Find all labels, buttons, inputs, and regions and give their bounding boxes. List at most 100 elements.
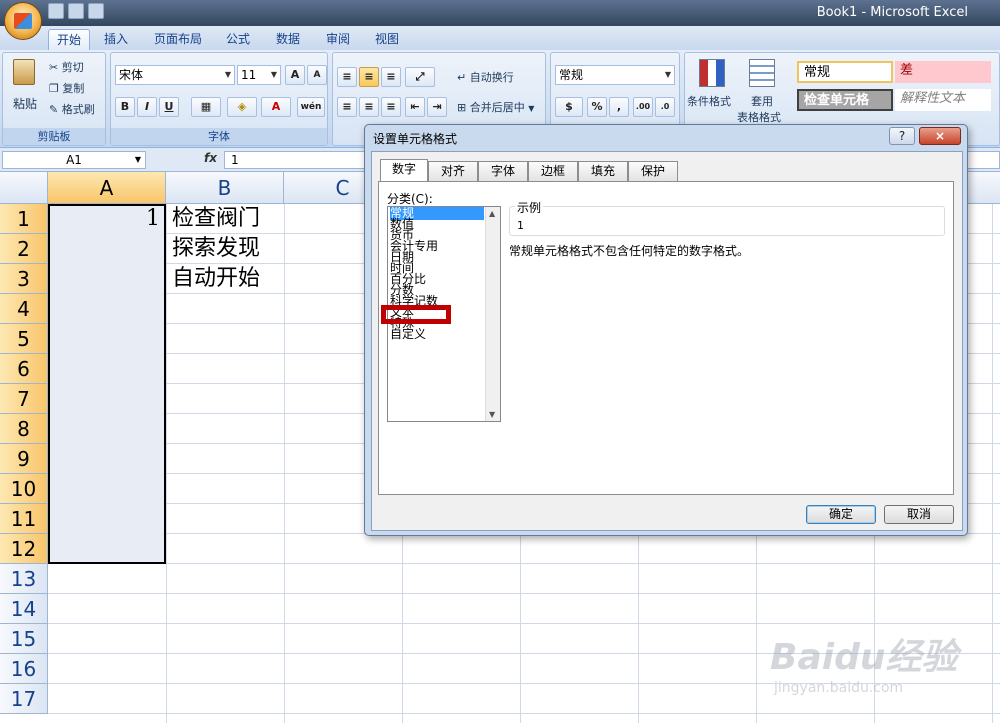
paste-icon[interactable]: [13, 59, 35, 85]
paste-button[interactable]: 粘贴: [13, 95, 37, 112]
orientation-icon[interactable]: ⤢: [405, 67, 435, 87]
number-format-combo[interactable]: 常规 ▼: [555, 65, 675, 85]
align-center-icon[interactable]: ≡: [359, 97, 379, 117]
row-header[interactable]: 5: [0, 324, 48, 354]
tab-insert[interactable]: 插入: [96, 29, 136, 50]
row-header[interactable]: 6: [0, 354, 48, 384]
italic-button[interactable]: I: [137, 97, 157, 117]
cell-b2[interactable]: 探索发现: [172, 234, 260, 264]
comma-button[interactable]: ,: [609, 97, 629, 117]
phonetic-button[interactable]: wén: [297, 97, 325, 117]
font-size-value: 11: [241, 68, 257, 82]
align-left-icon[interactable]: ≡: [337, 97, 357, 117]
dialog-tab-number[interactable]: 数字: [380, 159, 428, 182]
name-box[interactable]: A1 ▼: [2, 151, 146, 169]
border-button[interactable]: ▦: [191, 97, 221, 117]
row-header[interactable]: 17: [0, 684, 48, 714]
selected-range[interactable]: [48, 204, 166, 564]
dialog-tab-border[interactable]: 边框: [528, 161, 578, 181]
window-title: Book1 - Microsoft Excel: [816, 5, 968, 20]
style-bad[interactable]: 差: [895, 61, 991, 83]
tab-page-layout[interactable]: 页面布局: [146, 29, 210, 50]
cell-b3[interactable]: 自动开始: [172, 264, 260, 294]
watermark-brand: Baidu经验: [770, 637, 958, 678]
dialog-tab-alignment[interactable]: 对齐: [428, 161, 478, 181]
fill-color-button[interactable]: ◈: [227, 97, 257, 117]
wrap-icon: ↵: [457, 71, 467, 84]
tab-view[interactable]: 视图: [367, 29, 407, 50]
row-header[interactable]: 1: [0, 204, 48, 234]
table-format-button-line1[interactable]: 套用: [751, 93, 773, 109]
row-header[interactable]: 3: [0, 264, 48, 294]
row-header[interactable]: 11: [0, 504, 48, 534]
dialog-tab-fill[interactable]: 填充: [578, 161, 628, 181]
wrap-text-button[interactable]: ↵ 自动换行: [457, 69, 514, 85]
cell-a1[interactable]: 1: [60, 204, 160, 234]
shrink-font-button[interactable]: A: [307, 65, 327, 85]
scroll-up-icon[interactable]: ▲: [489, 209, 495, 218]
column-header-b[interactable]: B: [166, 172, 284, 204]
category-item[interactable]: 自定义: [390, 328, 484, 341]
row-header[interactable]: 14: [0, 594, 48, 624]
align-top-icon[interactable]: ≡: [337, 67, 357, 87]
font-name-combo[interactable]: 宋体 ▼: [115, 65, 235, 85]
decrease-decimal-button[interactable]: .0: [655, 97, 675, 117]
font-size-combo[interactable]: 11 ▼: [237, 65, 281, 85]
dialog-tab-protection[interactable]: 保护: [628, 161, 678, 181]
decrease-indent-icon[interactable]: ⇤: [405, 97, 425, 117]
bold-button[interactable]: B: [115, 97, 135, 117]
save-icon[interactable]: [48, 3, 64, 19]
tab-data[interactable]: 数据: [268, 29, 308, 50]
column-header-a[interactable]: A: [48, 172, 166, 204]
sample-label: 示例: [515, 199, 544, 216]
underline-button[interactable]: U: [159, 97, 179, 117]
conditional-format-icon: [699, 59, 725, 87]
office-button[interactable]: [4, 2, 42, 40]
row-header[interactable]: 8: [0, 414, 48, 444]
insert-function-icon[interactable]: fx: [204, 151, 217, 165]
customize-qat-icon[interactable]: [108, 3, 118, 19]
row-header[interactable]: 16: [0, 654, 48, 684]
grow-font-button[interactable]: A: [285, 65, 305, 85]
align-middle-icon[interactable]: ≡: [359, 67, 379, 87]
row-header[interactable]: 2: [0, 234, 48, 264]
row-header[interactable]: 12: [0, 534, 48, 564]
merge-center-button[interactable]: ⊞ 合并后居中 ▼: [457, 99, 534, 115]
category-scrollbar[interactable]: ▲ ▼: [485, 207, 500, 421]
undo-icon[interactable]: [68, 3, 84, 19]
style-normal[interactable]: 常规: [797, 61, 893, 83]
ok-button[interactable]: 确定: [806, 505, 876, 524]
tab-home[interactable]: 开始: [48, 29, 91, 50]
row-header[interactable]: 10: [0, 474, 48, 504]
style-explanatory[interactable]: 解释性文本: [895, 89, 991, 111]
currency-icon[interactable]: $: [555, 97, 583, 117]
cell-b1[interactable]: 检查阀门: [172, 204, 260, 234]
align-right-icon[interactable]: ≡: [381, 97, 401, 117]
help-button[interactable]: ?: [889, 127, 915, 145]
percent-button[interactable]: %: [587, 97, 607, 117]
increase-indent-icon[interactable]: ⇥: [427, 97, 447, 117]
conditional-format-button[interactable]: 条件格式: [687, 93, 731, 109]
cut-button[interactable]: ✂ 剪切: [49, 59, 84, 75]
row-header[interactable]: 7: [0, 384, 48, 414]
font-name-value: 宋体: [119, 68, 144, 82]
row-header[interactable]: 4: [0, 294, 48, 324]
increase-decimal-button[interactable]: .00: [633, 97, 653, 117]
row-header[interactable]: 9: [0, 444, 48, 474]
row-header[interactable]: 15: [0, 624, 48, 654]
close-button[interactable]: ×: [919, 127, 961, 145]
font-color-button[interactable]: A: [261, 97, 291, 117]
scroll-down-icon[interactable]: ▼: [489, 410, 495, 419]
format-painter-button[interactable]: ✎ 格式刷: [49, 101, 95, 117]
tab-review[interactable]: 审阅: [318, 29, 358, 50]
table-format-button-line2[interactable]: 表格格式: [737, 109, 781, 125]
copy-button[interactable]: ❐ 复制: [49, 80, 84, 96]
row-header[interactable]: 13: [0, 564, 48, 594]
cancel-button[interactable]: 取消: [884, 505, 954, 524]
align-bottom-icon[interactable]: ≡: [381, 67, 401, 87]
dialog-tab-font[interactable]: 字体: [478, 161, 528, 181]
style-check-cell[interactable]: 检查单元格: [797, 89, 893, 111]
select-all-corner[interactable]: [0, 172, 48, 204]
tab-formulas[interactable]: 公式: [218, 29, 258, 50]
redo-icon[interactable]: [88, 3, 104, 19]
